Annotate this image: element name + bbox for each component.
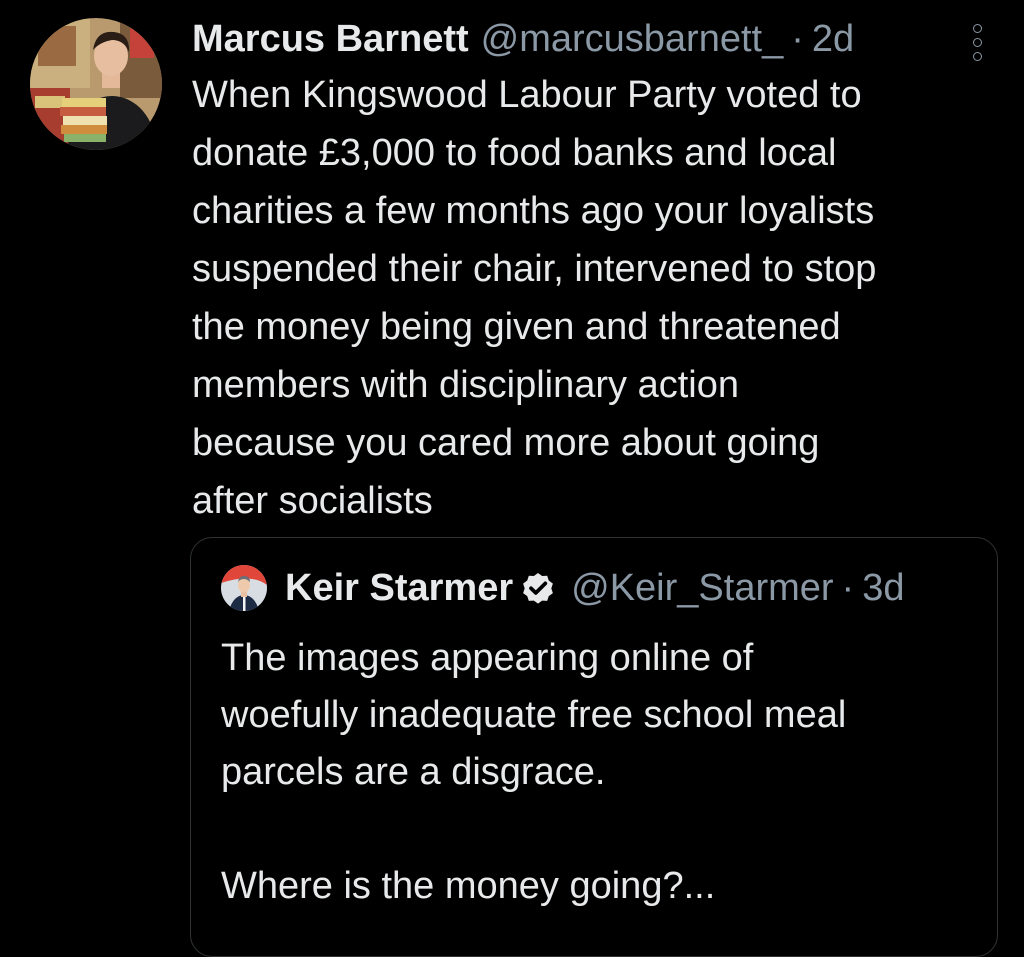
quoted-author-name[interactable]: Keir Starmer — [285, 567, 513, 610]
tweet-text: When Kingswood Labour Party voted to don… — [192, 74, 877, 522]
quoted-header-separator: · — [841, 566, 855, 609]
tweet-header: Marcus Barnett @marcusbarnett_ · 2d — [192, 14, 854, 64]
verified-badge-icon — [519, 569, 557, 607]
quoted-tweet-timestamp[interactable]: 3d — [862, 567, 904, 610]
quoted-tweet[interactable]: Keir Starmer @Keir_Starmer · 3d The imag… — [190, 537, 998, 957]
more-dot — [973, 52, 982, 61]
header-separator: · — [791, 17, 804, 60]
quoted-tweet-text: The images appearing online of woefully … — [221, 637, 847, 907]
tweet[interactable]: Marcus Barnett @marcusbarnett_ · 2d When… — [0, 0, 1024, 957]
more-dot — [973, 24, 982, 33]
author-name[interactable]: Marcus Barnett — [192, 18, 469, 61]
quoted-tweet-header: Keir Starmer @Keir_Starmer · 3d — [285, 563, 904, 613]
more-vertical-icon[interactable] — [968, 22, 988, 64]
quoted-author-handle[interactable]: @Keir_Starmer — [571, 567, 833, 610]
quoted-author-avatar — [221, 565, 267, 611]
author-avatar[interactable] — [30, 18, 162, 150]
more-dot — [973, 38, 982, 47]
author-handle[interactable]: @marcusbarnett_ — [481, 18, 784, 61]
tweet-timestamp[interactable]: 2d — [812, 18, 854, 61]
